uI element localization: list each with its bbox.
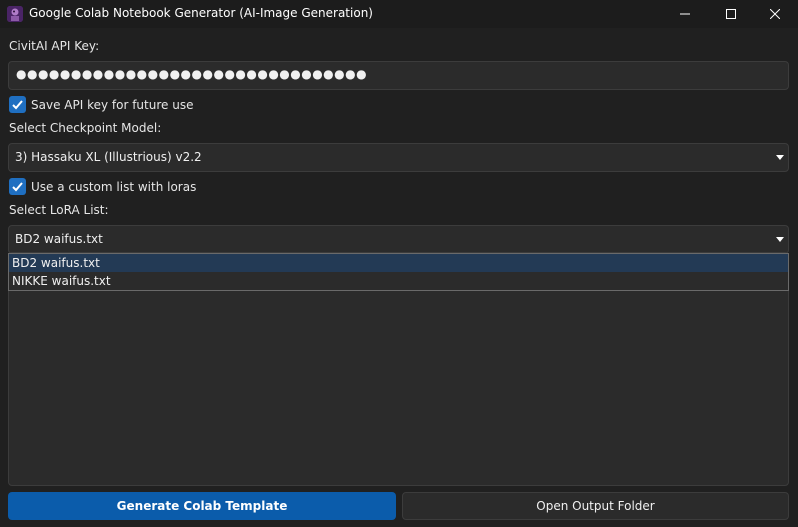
lora-option[interactable]: NIKKE waifus.txt <box>9 272 788 290</box>
lora-selected-value: BD2 waifus.txt <box>15 232 103 246</box>
lora-option[interactable]: BD2 waifus.txt <box>9 254 788 272</box>
save-api-key-checkbox[interactable] <box>9 96 26 113</box>
save-api-key-label[interactable]: Save API key for future use <box>31 98 193 112</box>
close-icon <box>770 9 780 19</box>
checkpoint-selected-value: 3) Hassaku XL (Illustrious) v2.2 <box>15 150 202 164</box>
api-key-label: CivitAI API Key: <box>9 39 100 53</box>
checkmark-icon <box>12 182 23 192</box>
close-button[interactable] <box>752 0 798 28</box>
lora-dropdown-list: BD2 waifus.txt NIKKE waifus.txt <box>8 253 789 291</box>
minimize-icon <box>680 13 690 15</box>
checkpoint-label: Select Checkpoint Model: <box>9 121 162 135</box>
chevron-down-icon <box>776 155 784 160</box>
maximize-icon <box>726 9 736 19</box>
chevron-down-icon <box>776 237 784 242</box>
app-logo-icon <box>7 6 23 22</box>
generate-colab-template-button[interactable]: Generate Colab Template <box>8 492 396 520</box>
lora-list-label: Select LoRA List: <box>9 203 109 217</box>
custom-lora-list-label[interactable]: Use a custom list with loras <box>31 180 196 194</box>
maximize-button[interactable] <box>708 0 754 28</box>
checkmark-icon <box>12 100 23 110</box>
title-bar: Google Colab Notebook Generator (AI-Imag… <box>0 0 798 28</box>
checkpoint-select[interactable]: 3) Hassaku XL (Illustrious) v2.2 <box>8 143 789 172</box>
window-title: Google Colab Notebook Generator (AI-Imag… <box>29 6 373 20</box>
api-key-masked-value: ●●●●●●●●●●●●●●●●●●●●●●●●●●●●●●●● <box>16 67 368 81</box>
minimize-button[interactable] <box>662 0 708 28</box>
lora-list-select[interactable]: BD2 waifus.txt <box>8 225 789 254</box>
open-output-folder-button[interactable]: Open Output Folder <box>402 492 789 520</box>
api-key-input[interactable]: ●●●●●●●●●●●●●●●●●●●●●●●●●●●●●●●● <box>8 61 789 90</box>
custom-lora-list-checkbox[interactable] <box>9 178 26 195</box>
